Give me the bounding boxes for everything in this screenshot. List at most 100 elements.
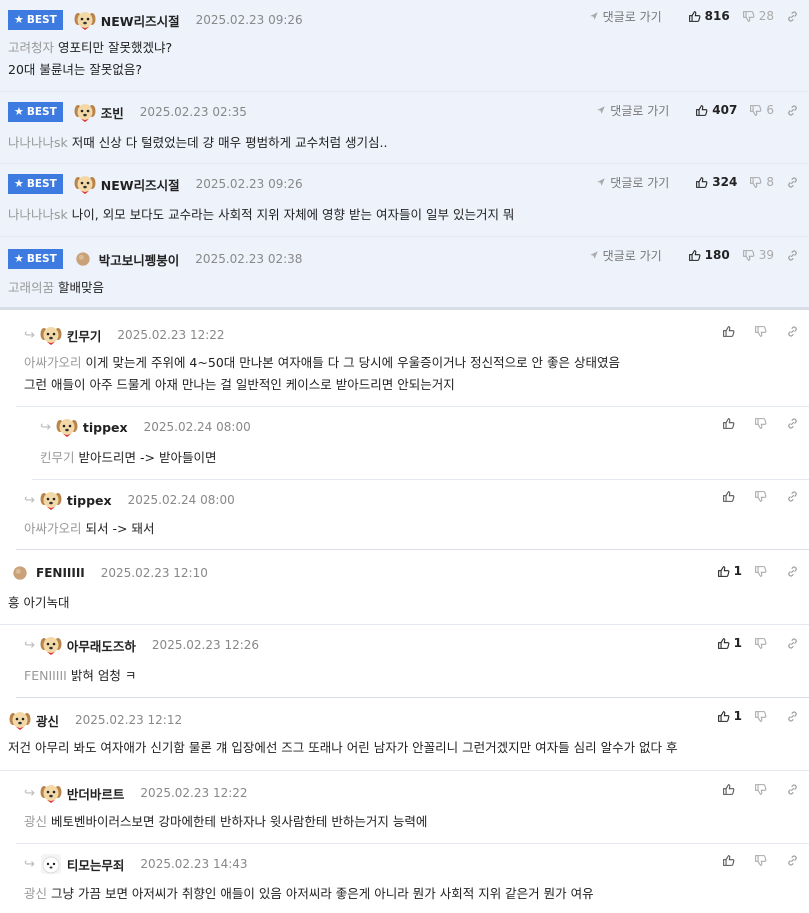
thumbs-down-icon <box>754 854 767 867</box>
downvote-button[interactable] <box>754 854 774 867</box>
upvote-button[interactable] <box>722 490 742 503</box>
avatar[interactable] <box>73 100 97 124</box>
thumbs-up-icon <box>717 637 730 650</box>
thumbs-down-icon <box>749 104 762 117</box>
date: 2025.02.23 12:22 <box>140 786 248 800</box>
avatar[interactable] <box>73 249 93 269</box>
thumbs-down-icon <box>749 176 762 189</box>
upvote-button[interactable]: 1 <box>717 564 742 578</box>
reply-target[interactable]: 킨무기 <box>40 450 75 465</box>
downvote-button[interactable] <box>754 565 774 578</box>
nickname[interactable]: 박고보니펭붕이 <box>99 250 180 269</box>
upvote-button[interactable]: 816 <box>688 9 730 23</box>
goto-comment-link[interactable]: 댓글로 가기 <box>596 102 669 119</box>
downvote-button[interactable]: 6 <box>749 103 774 117</box>
nickname[interactable]: FENIIIII <box>36 566 85 580</box>
goto-comment-link[interactable]: 댓글로 가기 <box>589 8 662 25</box>
copy-link-button[interactable] <box>786 104 799 117</box>
avatar[interactable] <box>55 415 79 439</box>
reply-target[interactable]: 광신 <box>24 886 47 901</box>
nickname[interactable]: NEW리즈시절 <box>101 175 180 194</box>
avatar[interactable] <box>10 563 30 583</box>
comment-body: 광신 그냥 가끔 보면 아저씨가 취향인 애들이 있음 아저씨라 좋은게 아니라 … <box>24 886 594 901</box>
send-icon <box>596 105 606 115</box>
upvote-button[interactable]: 180 <box>688 248 730 262</box>
comment-body: 고려청자 영포티만 잘못했겠냐? 20대 불륜녀는 잘못없음? <box>8 40 173 77</box>
thumbs-up-icon <box>722 854 735 867</box>
copy-link-button[interactable] <box>786 637 799 650</box>
reply-target[interactable]: 나나나나sk <box>8 135 68 150</box>
upvote-button[interactable]: 324 <box>695 175 737 189</box>
copy-link-button[interactable] <box>786 783 799 796</box>
thumbs-up-icon <box>717 710 730 723</box>
reply-target[interactable]: FENIIIII <box>24 668 67 683</box>
nickname[interactable]: 아무래도즈하 <box>67 636 136 655</box>
reply-arrow-icon: ↪ <box>24 637 35 653</box>
copy-link-button[interactable] <box>786 417 799 430</box>
downvote-button[interactable]: 39 <box>742 248 774 262</box>
copy-link-button[interactable] <box>786 249 799 262</box>
avatar[interactable] <box>39 633 63 657</box>
avatar[interactable] <box>73 8 97 32</box>
downvote-button[interactable] <box>754 417 774 430</box>
best-comment: ★ BEST NEW리즈시절 2025.02.23 09:26 댓글로 가기 81… <box>0 0 809 92</box>
avatar[interactable] <box>39 781 63 805</box>
best-badge: ★ BEST <box>8 174 63 194</box>
nickname[interactable]: 광신 <box>36 711 59 730</box>
nickname[interactable]: 반더바르트 <box>67 784 125 803</box>
avatar[interactable] <box>39 488 63 512</box>
goto-comment-link[interactable]: 댓글로 가기 <box>596 174 669 191</box>
thumbs-down-icon <box>754 710 767 723</box>
best-comment: ★ BEST 박고보니펭붕이 2025.02.23 02:38 댓글로 가기 18… <box>0 237 809 310</box>
comment-body: 흥 아기녹대 <box>8 595 70 610</box>
nickname[interactable]: 티모는무죄 <box>67 855 125 874</box>
thumbs-down-icon <box>742 10 755 23</box>
avatar[interactable] <box>39 852 63 876</box>
downvote-button[interactable] <box>754 490 774 503</box>
downvote-button[interactable] <box>754 710 774 723</box>
reply-target[interactable]: 고려청자 <box>8 40 54 55</box>
thumbs-up-icon <box>695 104 708 117</box>
nickname[interactable]: tippex <box>83 420 128 435</box>
copy-link-button[interactable] <box>786 176 799 189</box>
copy-link-button[interactable] <box>786 854 799 867</box>
reply-target[interactable]: 광신 <box>24 814 47 829</box>
upvote-button[interactable]: 1 <box>717 709 742 723</box>
copy-link-button[interactable] <box>786 490 799 503</box>
upvote-button[interactable] <box>722 325 742 338</box>
downvote-button[interactable] <box>754 783 774 796</box>
copy-link-button[interactable] <box>786 565 799 578</box>
upvote-button[interactable]: 407 <box>695 103 737 117</box>
reply-target[interactable]: 아싸가오리 <box>24 355 82 370</box>
upvote-button[interactable]: 1 <box>717 636 742 650</box>
reply-arrow-icon: ↪ <box>24 492 35 508</box>
upvote-button[interactable] <box>722 854 742 867</box>
link-icon <box>786 854 799 867</box>
star-icon: ★ <box>14 252 24 265</box>
reply-target[interactable]: 아싸가오리 <box>24 521 82 536</box>
avatar[interactable] <box>8 708 32 732</box>
thumbs-up-icon <box>722 325 735 338</box>
copy-link-button[interactable] <box>786 325 799 338</box>
copy-link-button[interactable] <box>786 10 799 23</box>
reply-comment: ↪ tippex 2025.02.24 08:00 아싸가오리 되서 -> 돼서 <box>16 480 809 550</box>
reply-target[interactable]: 고래의꿈 <box>8 280 54 295</box>
nickname[interactable]: 조빈 <box>101 103 124 122</box>
downvote-button[interactable]: 8 <box>749 175 774 189</box>
reply-target[interactable]: 나나나나sk <box>8 207 68 222</box>
downvote-button[interactable] <box>754 325 774 338</box>
downvote-button[interactable]: 28 <box>742 9 774 23</box>
avatar[interactable] <box>39 323 63 347</box>
upvote-button[interactable] <box>722 783 742 796</box>
nickname[interactable]: NEW리즈시절 <box>101 11 180 30</box>
nickname[interactable]: 킨무기 <box>67 326 102 345</box>
link-icon <box>786 104 799 117</box>
best-badge: ★ BEST <box>8 249 63 269</box>
avatar[interactable] <box>73 172 97 196</box>
nickname[interactable]: tippex <box>67 493 112 508</box>
downvote-button[interactable] <box>754 637 774 650</box>
goto-comment-link[interactable]: 댓글로 가기 <box>589 247 662 264</box>
copy-link-button[interactable] <box>786 710 799 723</box>
star-icon: ★ <box>14 13 24 26</box>
upvote-button[interactable] <box>722 417 742 430</box>
